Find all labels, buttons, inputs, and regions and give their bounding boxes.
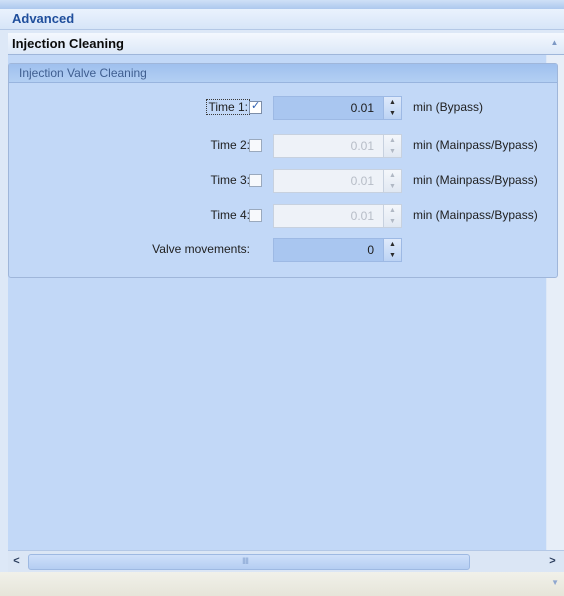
- time-1-spinner[interactable]: 0.01 ▲ ▼: [273, 96, 402, 120]
- valve-movements-spinner[interactable]: 0 ▲ ▼: [273, 238, 402, 262]
- spin-down-icon[interactable]: ▼: [384, 250, 401, 261]
- spin-down-icon[interactable]: ▼: [384, 108, 401, 119]
- bottom-strip: ▼: [0, 572, 564, 596]
- time-1-unit: min (Bypass): [413, 100, 484, 114]
- time-2-checkbox[interactable]: [249, 139, 262, 152]
- spin-up-icon[interactable]: ▲: [384, 239, 401, 250]
- time-1-spin-buttons: ▲ ▼: [383, 97, 401, 119]
- spin-down-icon[interactable]: ▼: [384, 216, 401, 227]
- time-4-spinner[interactable]: 0.01 ▲ ▼: [273, 204, 402, 228]
- time-3-unit: min (Mainpass/Bypass): [413, 173, 538, 187]
- time-1-row: Time 1: ✓ 0.01 ▲ ▼ min (Bypass): [9, 94, 557, 120]
- valve-movements-value[interactable]: 0: [367, 243, 374, 257]
- spin-down-icon[interactable]: ▼: [384, 146, 401, 157]
- time-2-spin-buttons: ▲ ▼: [383, 135, 401, 157]
- time-3-spinner[interactable]: 0.01 ▲ ▼: [273, 169, 402, 193]
- time-2-unit: min (Mainpass/Bypass): [413, 138, 538, 152]
- panel-title: Advanced: [12, 11, 75, 26]
- valve-movements-spin-buttons: ▲ ▼: [383, 239, 401, 261]
- injection-cleaning-header[interactable]: Injection Cleaning ▲: [8, 33, 564, 55]
- time-2-value[interactable]: 0.01: [351, 139, 374, 153]
- time-4-checkbox[interactable]: [249, 209, 262, 222]
- grip-icon: IIII: [242, 556, 249, 566]
- time-3-checkbox[interactable]: [249, 174, 262, 187]
- group-title-bar: Injection Valve Cleaning: [9, 64, 557, 83]
- time-4-label: Time 4:: [210, 208, 250, 222]
- horizontal-scroll-thumb[interactable]: IIII: [28, 554, 470, 570]
- time-3-label: Time 3:: [210, 173, 250, 187]
- time-4-unit: min (Mainpass/Bypass): [413, 208, 538, 222]
- scroll-right-icon[interactable]: >: [544, 553, 561, 569]
- check-icon: ✓: [251, 100, 261, 112]
- spin-up-icon[interactable]: ▲: [384, 170, 401, 181]
- advanced-panel-header[interactable]: Advanced: [0, 9, 564, 30]
- valve-movements-row: Valve movements: 0 ▲ ▼: [9, 236, 557, 262]
- time-2-label: Time 2:: [210, 138, 250, 152]
- scroll-left-icon[interactable]: <: [8, 553, 25, 569]
- window-top-edge: [0, 0, 564, 9]
- time-3-value[interactable]: 0.01: [351, 174, 374, 188]
- time-3-row: Time 3: 0.01 ▲ ▼ min (Mainpass/Bypass): [9, 167, 557, 193]
- spin-up-icon[interactable]: ▲: [384, 135, 401, 146]
- injection-valve-cleaning-group: Injection Valve Cleaning Time 1: ✓ 0.01 …: [8, 63, 558, 278]
- time-2-row: Time 2: 0.01 ▲ ▼ min (Mainpass/Bypass): [9, 132, 557, 158]
- valve-movements-label: Valve movements:: [152, 242, 250, 256]
- group-title: Injection Valve Cleaning: [19, 66, 147, 80]
- time-4-spin-buttons: ▲ ▼: [383, 205, 401, 227]
- time-2-spinner[interactable]: 0.01 ▲ ▼: [273, 134, 402, 158]
- time-1-checkbox[interactable]: ✓: [249, 100, 262, 114]
- scroll-up-icon[interactable]: ▲: [549, 37, 560, 48]
- spin-up-icon[interactable]: ▲: [384, 97, 401, 108]
- horizontal-scrollbar[interactable]: < IIII >: [8, 550, 564, 572]
- time-1-value[interactable]: 0.01: [351, 101, 374, 115]
- spin-down-icon[interactable]: ▼: [384, 181, 401, 192]
- section-title: Injection Cleaning: [12, 36, 124, 51]
- scroll-down-icon[interactable]: ▼: [551, 578, 559, 587]
- time-4-row: Time 4: 0.01 ▲ ▼ min (Mainpass/Bypass): [9, 202, 557, 228]
- time-4-value[interactable]: 0.01: [351, 209, 374, 223]
- time-1-label: Time 1:: [206, 99, 250, 115]
- spin-up-icon[interactable]: ▲: [384, 205, 401, 216]
- time-3-spin-buttons: ▲ ▼: [383, 170, 401, 192]
